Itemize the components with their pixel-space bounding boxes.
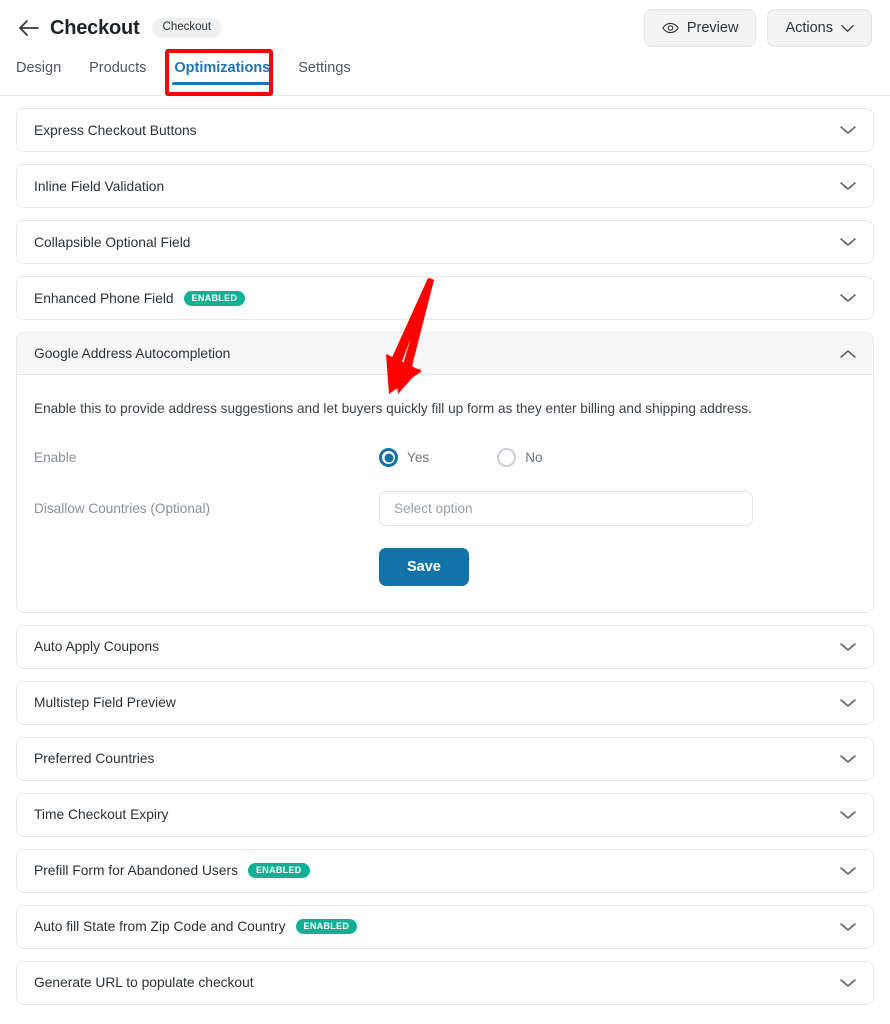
accordion-title: Auto Apply Coupons [34,639,159,654]
chevron-down-icon [840,642,856,652]
accordion-item: Google Address Autocompletion Enable this… [16,332,874,613]
chevron-down-icon [840,237,856,247]
accordion-title: Auto fill State from Zip Code and Countr… [34,919,286,934]
radio-no-label: No [525,450,542,465]
tab-settings[interactable]: Settings [298,60,350,85]
status-badge: ENABLED [248,863,310,878]
accordion-header[interactable]: Time Checkout Expiry [17,794,873,836]
accordion-header[interactable]: Google Address Autocompletion [17,333,873,375]
accordion-title: Generate URL to populate checkout [34,975,254,990]
accordion-header[interactable]: Collapsible Optional Field [17,221,873,263]
accordion-item: Auto Apply Coupons [16,625,874,669]
disallow-countries-row: Disallow Countries (Optional) Select opti… [34,491,856,526]
status-badge: ENABLED [296,919,358,934]
preview-button-label: Preview [687,20,739,36]
accordion-item: Prefill Form for Abandoned Users ENABLED [16,849,874,893]
accordion-header[interactable]: Inline Field Validation [17,165,873,207]
accordion-item: Preferred Countries [16,737,874,781]
chevron-down-icon [840,810,856,820]
chevron-down-icon [840,293,856,303]
title-chip: Checkout [152,18,223,39]
chevron-down-icon [840,754,856,764]
accordion-toggle-icon[interactable] [839,862,857,880]
radio-yes-input[interactable] [379,448,398,467]
disallow-countries-label: Disallow Countries (Optional) [34,501,379,516]
accordion-header[interactable]: Generate URL to populate checkout [17,962,873,1004]
accordion-toggle-icon[interactable] [839,345,857,363]
accordion-title: Collapsible Optional Field [34,235,190,250]
save-row: Save [34,548,856,586]
tab-products[interactable]: Products [89,60,146,85]
back-button[interactable] [16,15,42,41]
accordion-body: Enable this to provide address suggestio… [17,375,873,612]
disallow-countries-placeholder: Select option [394,501,473,516]
accordion-toggle-icon[interactable] [839,177,857,195]
radio-no-input[interactable] [497,448,516,467]
accordion-toggle-icon[interactable] [839,289,857,307]
actions-button[interactable]: Actions [767,9,872,47]
page-title: Checkout [50,17,140,40]
accordion-toggle-icon[interactable] [839,694,857,712]
actions-button-label: Actions [785,20,833,36]
radio-option-no[interactable]: No [497,448,542,467]
accordion-item: Auto fill State from Zip Code and Countr… [16,905,874,949]
optimizations-list: Express Checkout Buttons Inline Field Val… [0,96,890,1005]
tab-bar: Design Products Optimizations Settings [0,60,890,96]
tab-optimizations[interactable]: Optimizations [174,60,270,85]
chevron-down-icon [840,181,856,191]
accordion-header[interactable]: Auto Apply Coupons [17,626,873,668]
accordion-toggle-icon[interactable] [839,638,857,656]
accordion-toggle-icon[interactable] [839,750,857,768]
accordion-item: Enhanced Phone Field ENABLED [16,276,874,320]
panel-description: Enable this to provide address suggestio… [34,399,856,419]
accordion-toggle-icon[interactable] [839,918,857,936]
enable-row: Enable Yes No [34,441,856,475]
chevron-down-icon [841,24,854,33]
save-button[interactable]: Save [379,548,469,586]
chevron-down-icon [840,922,856,932]
accordion-toggle-icon[interactable] [839,806,857,824]
radio-option-yes[interactable]: Yes [379,448,429,467]
tab-list: Design Products Optimizations Settings [16,60,874,95]
arrow-left-icon [18,19,40,37]
accordion-title: Preferred Countries [34,751,154,766]
save-offset [34,548,379,586]
accordion-toggle-icon[interactable] [839,233,857,251]
accordion-title: Prefill Form for Abandoned Users [34,863,238,878]
accordion-header[interactable]: Auto fill State from Zip Code and Countr… [17,906,873,948]
accordion-title: Time Checkout Expiry [34,807,168,822]
accordion-toggle-icon[interactable] [839,121,857,139]
enable-label: Enable [34,450,379,465]
accordion-item: Generate URL to populate checkout [16,961,874,1005]
chevron-up-icon [840,349,856,359]
accordion-header[interactable]: Multistep Field Preview [17,682,873,724]
accordion-item: Inline Field Validation [16,164,874,208]
accordion-item: Time Checkout Expiry [16,793,874,837]
accordion-header[interactable]: Express Checkout Buttons [17,109,873,151]
accordion-title: Enhanced Phone Field [34,291,174,306]
page-header: Checkout Checkout Preview Actions [0,0,890,42]
accordion-header[interactable]: Enhanced Phone Field ENABLED [17,277,873,319]
accordion-title: Google Address Autocompletion [34,346,230,361]
chevron-down-icon [840,125,856,135]
disallow-countries-select[interactable]: Select option [379,491,753,526]
chevron-down-icon [840,698,856,708]
status-badge: ENABLED [184,291,246,306]
chevron-down-icon [840,866,856,876]
radio-yes-label: Yes [407,450,429,465]
eye-icon [662,21,679,35]
accordion-title: Inline Field Validation [34,179,164,194]
enable-radio-group: Yes No [379,448,543,467]
accordion-item: Express Checkout Buttons [16,108,874,152]
chevron-down-icon [840,978,856,988]
accordion-header[interactable]: Preferred Countries [17,738,873,780]
accordion-toggle-icon[interactable] [839,974,857,992]
accordion-item: Multistep Field Preview [16,681,874,725]
accordion-title: Multistep Field Preview [34,695,176,710]
tab-design[interactable]: Design [16,60,61,85]
accordion-item: Collapsible Optional Field [16,220,874,264]
accordion-title: Express Checkout Buttons [34,123,197,138]
accordion-header[interactable]: Prefill Form for Abandoned Users ENABLED [17,850,873,892]
preview-button[interactable]: Preview [644,9,757,47]
